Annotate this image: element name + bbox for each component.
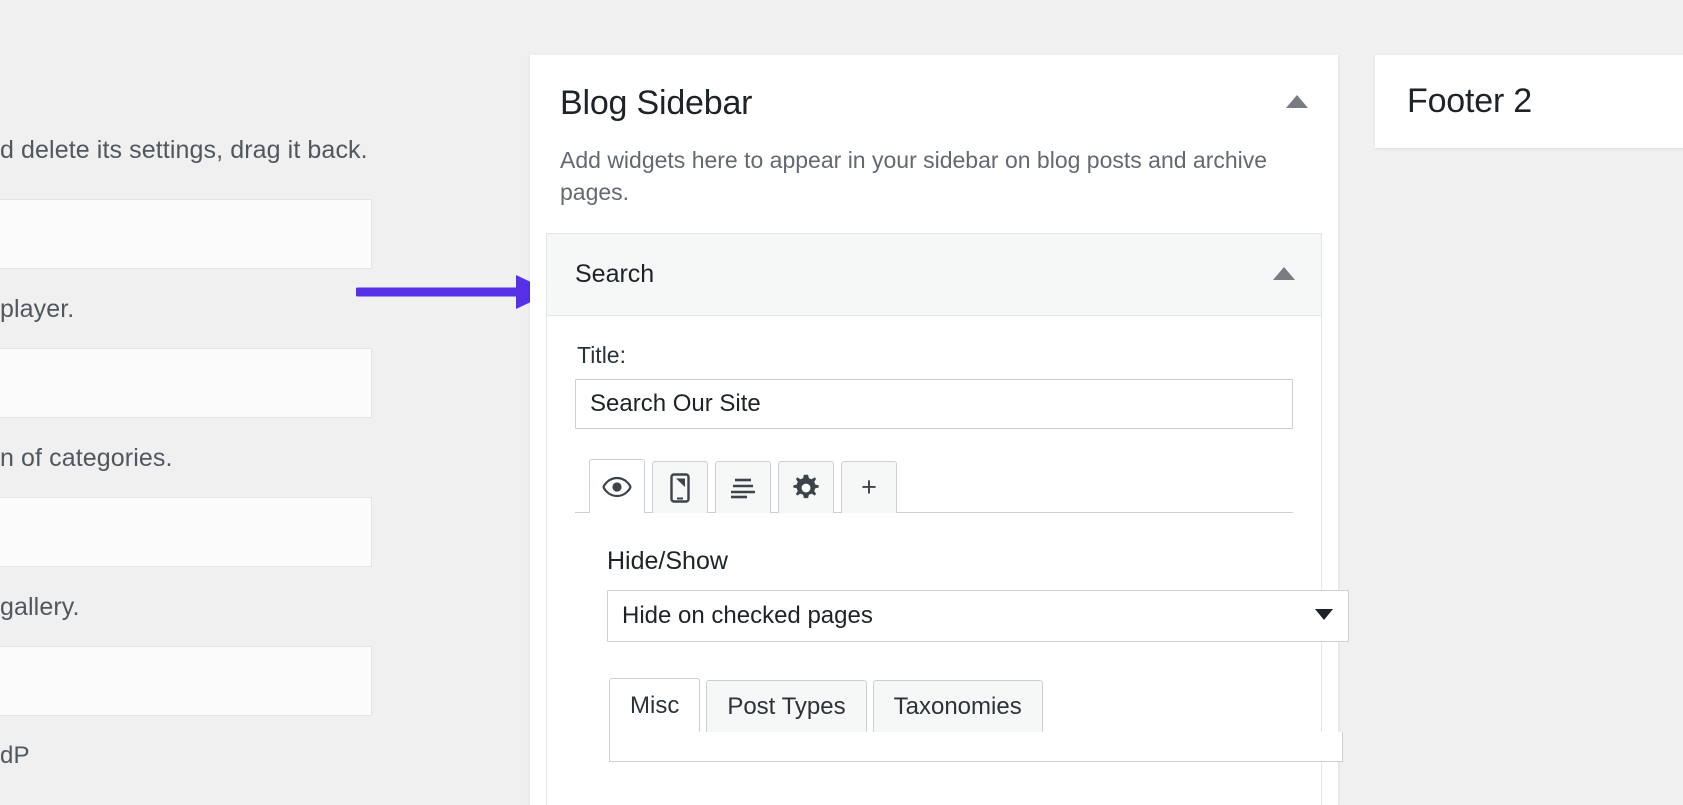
- widget-description-text: gallery.: [0, 593, 80, 621]
- tab-misc[interactable]: Misc: [609, 678, 701, 732]
- title-input[interactable]: [575, 379, 1293, 429]
- tab-post-types[interactable]: Post Types: [706, 680, 867, 732]
- plus-icon: +: [861, 472, 877, 502]
- tab-misc-label: Misc: [630, 691, 680, 719]
- blog-sidebar-header: Blog Sidebar Add widgets here to appear …: [530, 55, 1338, 209]
- search-widget: Search Title: Search Our Site + Hide/Sho…: [546, 233, 1349, 805]
- tab-alignment[interactable]: [715, 461, 771, 513]
- tab-visibility[interactable]: [589, 459, 645, 514]
- panel-description: Add widgets here to appear in your sideb…: [560, 146, 1268, 206]
- widget-list-item[interactable]: [0, 646, 372, 716]
- caret-up-icon[interactable]: [1286, 95, 1308, 108]
- tab-taxonomies[interactable]: Taxonomies: [872, 680, 1043, 732]
- search-widget-title: Search: [575, 260, 655, 288]
- widget-list-item[interactable]: [0, 199, 372, 269]
- tab-devices[interactable]: [652, 461, 708, 513]
- tab-settings[interactable]: [778, 461, 834, 513]
- hide-show-select-row: Hide on checked pages: [607, 590, 1349, 642]
- customizer-screen: d delete its settings, drag it back. pla…: [0, 0, 1683, 805]
- condition-tab-content: [609, 732, 1343, 762]
- eye-icon: [602, 476, 632, 498]
- text-align-icon: [729, 477, 757, 499]
- widget-description-text: d delete its settings, drag it back.: [0, 136, 368, 164]
- condition-tabstrip: Misc Post Types Taxonomies: [609, 676, 1293, 732]
- widget-list-item[interactable]: [0, 497, 372, 567]
- tab-add-option[interactable]: +: [841, 461, 897, 513]
- widget-description-text: player.: [0, 295, 75, 323]
- tab-taxonomies-label: Taxonomies: [893, 692, 1022, 720]
- available-widgets-panel: d delete its settings, drag it back. pla…: [0, 0, 402, 805]
- page-title: Blog Sidebar: [560, 84, 753, 122]
- widget-options-tabstrip: +: [575, 455, 1293, 514]
- mobile-device-icon: [670, 472, 690, 503]
- widget-description-text: dP: [0, 742, 30, 769]
- widget-list-item[interactable]: [0, 348, 372, 418]
- footer-2-title: Footer 2: [1407, 82, 1533, 120]
- caret-up-icon[interactable]: [1273, 267, 1295, 280]
- widget-description-text: n of categories.: [0, 444, 173, 472]
- footer-2-panel[interactable]: Footer 2: [1375, 55, 1683, 148]
- tab-post-types-label: Post Types: [727, 692, 846, 720]
- hide-show-selected-value: Hide on checked pages: [622, 602, 873, 629]
- search-widget-body: Title: Search Our Site + Hide/Show Hide …: [547, 316, 1349, 762]
- gear-icon: [792, 474, 820, 502]
- hide-show-label: Hide/Show: [607, 547, 728, 575]
- search-widget-header[interactable]: Search: [547, 234, 1321, 316]
- hide-show-select[interactable]: Hide on checked pages: [607, 590, 1349, 642]
- title-field-label: Title:: [577, 342, 626, 368]
- hide-show-section: Hide/Show Hide on checked pages: [575, 513, 1349, 642]
